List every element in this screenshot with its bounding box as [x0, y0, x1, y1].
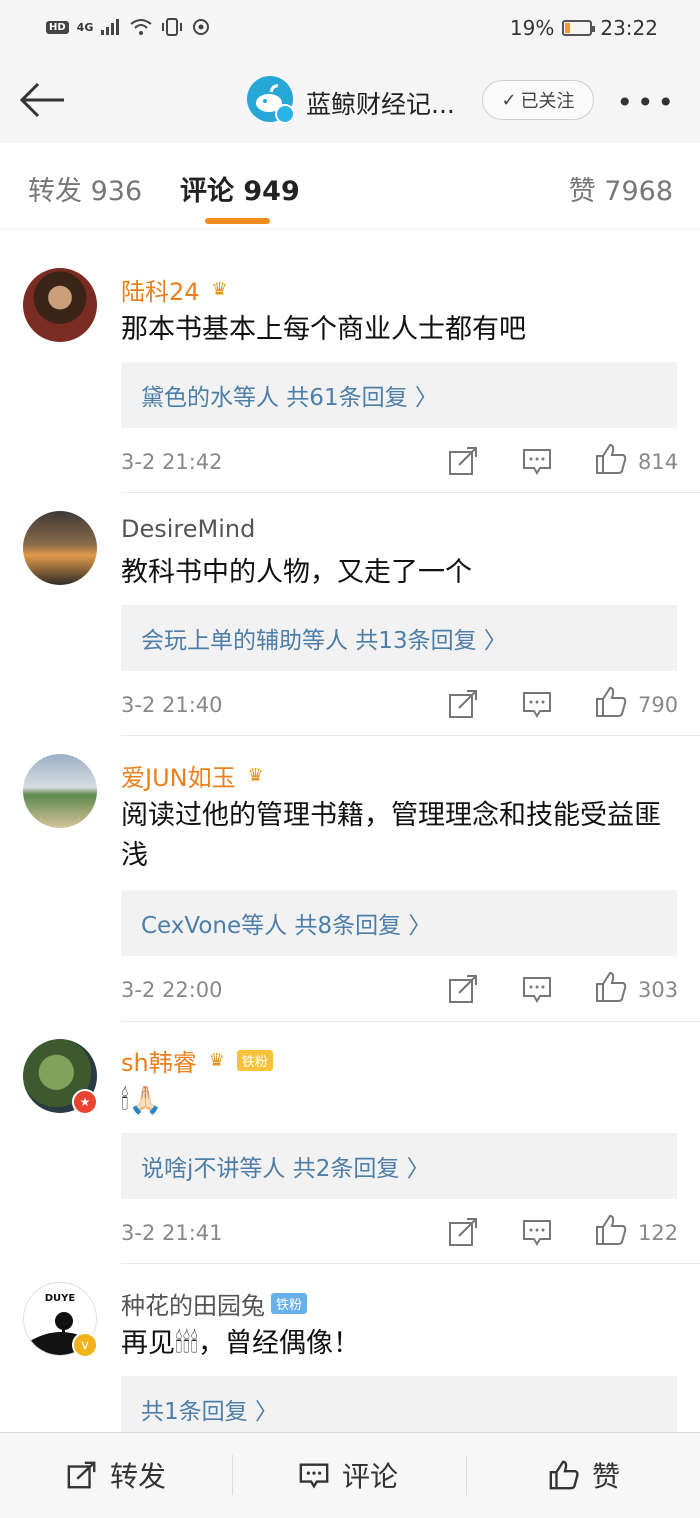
like-count: 790 — [638, 693, 679, 717]
divider — [121, 492, 700, 493]
user-avatar[interactable] — [23, 754, 97, 828]
bottom-action-bar: 转发 评论 赞 — [0, 1432, 700, 1518]
battery-fill — [565, 23, 571, 33]
like-icon[interactable] — [594, 685, 628, 719]
status-right: 19% 23:22 — [510, 16, 658, 40]
fan-badge: 铁粉 — [271, 1293, 308, 1314]
more-icon[interactable]: ••• — [616, 86, 678, 119]
divider — [466, 1455, 467, 1495]
reply-summary[interactable]: 黛色的水等人 共61条回复 〉 — [121, 362, 677, 428]
user-avatar[interactable] — [23, 268, 97, 342]
username[interactable]: DesireMind — [121, 515, 255, 543]
username-row: 爱JUN如玉 ♛ — [121, 758, 270, 793]
following-label: 已关注 — [520, 91, 575, 112]
username[interactable]: 种花的田园兔 — [121, 1286, 265, 1321]
share-icon[interactable] — [446, 1215, 480, 1249]
verified-badge-icon: v — [72, 1332, 98, 1358]
verified-badge-icon — [275, 104, 295, 124]
username[interactable]: sh韩睿 — [121, 1043, 197, 1078]
username-row: sh韩睿 ♛ 铁粉 — [121, 1043, 273, 1078]
repost-button[interactable]: 转发 — [66, 1455, 166, 1495]
comment-text: 阅读过他的管理书籍，管理理念和技能受益匪浅 — [121, 800, 661, 871]
like-button[interactable]: 赞 — [548, 1455, 620, 1495]
divider — [232, 1455, 233, 1495]
divider — [121, 1263, 700, 1264]
username-row: 陆科24 ♛ — [121, 272, 234, 307]
member-badge-icon: ★ — [72, 1089, 98, 1115]
check-icon: ✓ — [501, 89, 517, 111]
clock: 23:22 — [600, 16, 658, 40]
like-count: 303 — [638, 978, 679, 1002]
following-button[interactable]: ✓ 已关注 — [482, 80, 594, 120]
fan-badge: 铁粉 — [236, 1050, 273, 1071]
like-count: 814 — [638, 450, 679, 474]
network-type: 4G — [76, 20, 94, 34]
repost-label: 转发 — [110, 1460, 167, 1493]
like-icon — [549, 1460, 579, 1490]
comment-icon[interactable] — [520, 444, 554, 478]
like-label: 赞 — [592, 1460, 621, 1493]
comment-text: 再见🕯🕯🕯，曾经偶像！ — [121, 1328, 361, 1359]
username-row: 种花的田园兔 铁粉 — [121, 1286, 308, 1321]
crown-badge-icon: ♛ — [211, 279, 228, 300]
account-avatar[interactable] — [247, 76, 295, 124]
username[interactable]: 爱JUN如玉 — [121, 758, 236, 793]
crown-badge-icon: ♛ — [208, 1050, 225, 1071]
reply-summary[interactable]: CexVone等人 共8条回复 〉 — [121, 890, 677, 956]
comment-icon — [299, 1463, 329, 1489]
comment-time: 3-2 22:00 — [121, 978, 223, 1002]
share-icon[interactable] — [446, 687, 480, 721]
tab-comments[interactable]: 评论 949 — [180, 169, 300, 208]
active-tab-indicator — [205, 218, 270, 224]
tab-likes[interactable]: 赞 7968 — [569, 169, 673, 208]
comment-time: 3-2 21:42 — [121, 450, 223, 474]
share-icon — [67, 1461, 96, 1489]
divider — [121, 735, 700, 736]
signal-icon — [101, 19, 120, 35]
battery-icon — [562, 20, 596, 36]
account-name[interactable]: 蓝鲸财经记... — [306, 85, 455, 121]
tab-bar: 转发 936 评论 949 赞 7968 — [0, 143, 700, 229]
status-bar: HD 4G 19% 23:22 — [0, 0, 700, 58]
hd-indicator: HD — [46, 20, 69, 34]
reply-summary[interactable]: 说啥j不讲等人 共2条回复 〉 — [121, 1133, 677, 1199]
user-avatar[interactable] — [23, 511, 97, 585]
wifi-icon — [130, 19, 152, 35]
sync-icon — [193, 19, 210, 35]
tab-repost[interactable]: 转发 936 — [28, 169, 142, 208]
back-arrow-icon[interactable] — [18, 80, 68, 120]
comment-icon[interactable] — [520, 1215, 554, 1249]
status-left: HD 4G — [46, 17, 211, 37]
comment-text: 教科书中的人物，又走了一个 — [121, 557, 472, 588]
share-icon[interactable] — [446, 972, 480, 1006]
comment-time: 3-2 21:40 — [121, 693, 223, 717]
nav-bar: 蓝鲸财经记... ✓ 已关注 ••• — [0, 58, 700, 144]
like-icon[interactable] — [594, 970, 628, 1004]
reply-summary[interactable]: 会玩上单的辅助等人 共13条回复 〉 — [121, 605, 677, 671]
comment-label: 评论 — [342, 1460, 399, 1493]
username-row: DesireMind — [121, 515, 255, 543]
username[interactable]: 陆科24 — [121, 272, 200, 307]
comment-text: 🕯🙏🏻 — [121, 1085, 163, 1116]
share-icon[interactable] — [446, 444, 480, 478]
comment-text: 那本书基本上每个商业人士都有吧 — [121, 314, 526, 345]
comment-time: 3-2 21:41 — [121, 1221, 223, 1245]
like-count: 122 — [638, 1221, 679, 1245]
comment-icon[interactable] — [520, 687, 554, 721]
comment-icon[interactable] — [520, 972, 554, 1006]
comment-button[interactable]: 评论 — [298, 1455, 398, 1495]
like-icon[interactable] — [594, 442, 628, 476]
like-icon[interactable] — [594, 1213, 628, 1247]
battery-percent: 19% — [509, 16, 555, 40]
crown-badge-icon: ♛ — [247, 765, 264, 786]
divider — [121, 1021, 700, 1022]
vibrate-icon — [162, 18, 183, 36]
